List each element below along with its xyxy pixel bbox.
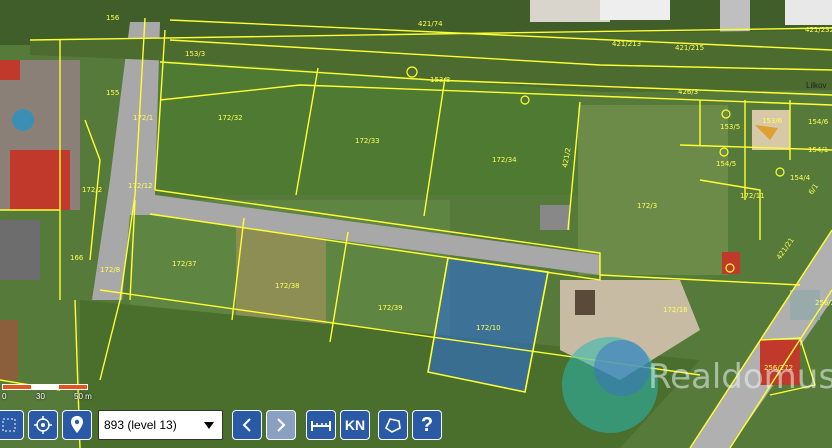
- scale-label: 0: [2, 392, 7, 401]
- parcel-label: 154/4: [790, 174, 811, 182]
- measure-button[interactable]: [306, 410, 336, 440]
- parcel-label: 172/2: [82, 186, 102, 194]
- parcel-label: 172/12: [128, 182, 153, 190]
- parcel-label: 172/11: [740, 192, 765, 200]
- parcel-label: 172/10: [476, 324, 501, 332]
- place-marker-button[interactable]: [62, 410, 92, 440]
- parcel-label: 426/3: [678, 88, 698, 96]
- house-roof: [530, 0, 610, 22]
- building-west: [0, 320, 18, 380]
- parcel-label: 421/74: [418, 20, 443, 28]
- ruler-icon: [311, 421, 331, 431]
- parcel-label: 166: [70, 254, 84, 262]
- shed: [575, 290, 595, 315]
- scale-bar: 0 30 50 m: [0, 382, 100, 406]
- house-roof: [600, 0, 670, 20]
- parcel-label: 154/6: [808, 118, 829, 126]
- parcel-label: 172/37: [172, 260, 197, 268]
- map-level-select[interactable]: 893 (level 13): [98, 410, 223, 440]
- street-name: Lilkov: [806, 81, 826, 90]
- map-toolbar: 893 (level 13) KN ?: [0, 410, 832, 444]
- forward-button[interactable]: [266, 410, 296, 440]
- parcel-label: 172/8: [100, 266, 120, 274]
- parcel-label: 154/1: [808, 146, 828, 154]
- roof-red: [10, 150, 70, 210]
- chevron-down-icon: [204, 422, 214, 429]
- locate-button[interactable]: [28, 410, 58, 440]
- chevron-left-icon: [242, 418, 251, 432]
- parcel-label: 153/3: [185, 50, 205, 58]
- parcel-label: 172/32: [218, 114, 243, 122]
- polygon-icon: [384, 418, 401, 433]
- parcel-label: 421/232: [805, 26, 832, 34]
- parcel-label: 154/5: [716, 160, 736, 168]
- parcel-label: 153/8: [430, 76, 450, 84]
- map-level-value: 893 (level 13): [104, 418, 177, 432]
- parcel-label: 172/33: [355, 137, 380, 145]
- parcel-label: 172/16: [663, 306, 688, 314]
- parcel-label: 421/215: [675, 44, 704, 52]
- roof-red: [0, 60, 20, 80]
- parcel-label: 156: [106, 14, 120, 22]
- expand-icon: [2, 418, 16, 432]
- back-button[interactable]: [232, 410, 262, 440]
- map-pin-icon: [71, 416, 83, 433]
- parcel-label: 172/1: [133, 114, 153, 122]
- help-button[interactable]: ?: [412, 410, 442, 440]
- scale-label: 30: [36, 392, 45, 401]
- house-roof: [785, 0, 832, 25]
- parcel-label: 172/38: [275, 282, 300, 290]
- zoom-extent-button[interactable]: [0, 410, 24, 440]
- help-label: ?: [420, 413, 434, 436]
- field: [578, 105, 728, 275]
- parcel-label: 153/5: [720, 123, 740, 131]
- area-select-button[interactable]: [378, 410, 408, 440]
- kn-label: KN: [344, 417, 366, 433]
- watermark-text: Realdomus: [648, 357, 832, 397]
- parking: [540, 205, 570, 230]
- parcel-label: 421/213: [612, 40, 641, 48]
- parcel-label: 256/273: [815, 299, 832, 307]
- scale-label: 50 m: [74, 392, 92, 401]
- pool: [12, 109, 34, 131]
- scale-bar-graphic: [2, 384, 88, 390]
- crosshair-icon: [34, 416, 52, 434]
- parcel-label: 155: [106, 89, 119, 97]
- parcel-label: 172/39: [378, 304, 403, 312]
- kn-button[interactable]: KN: [340, 410, 370, 440]
- building-west: [0, 220, 40, 280]
- parcel-label: 153/6: [762, 117, 783, 125]
- shed-red: [722, 252, 740, 274]
- parcel-label: 172/3: [637, 202, 657, 210]
- chevron-right-icon: [277, 418, 286, 432]
- parcel-label: 172/34: [492, 156, 517, 164]
